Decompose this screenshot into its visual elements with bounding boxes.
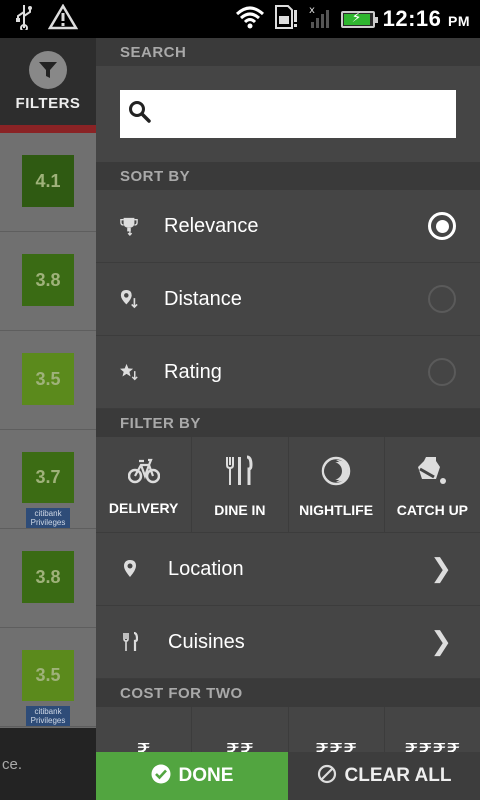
filter-cuisines-row[interactable]: Cuisines ❯ xyxy=(96,606,480,679)
snackbar-fragment: ce. xyxy=(0,728,96,800)
filter-location-row[interactable]: Location ❯ xyxy=(96,533,480,606)
cost-option-1[interactable]: ₹ xyxy=(96,707,193,752)
usb-icon xyxy=(14,4,34,34)
filters-label: FILTERS xyxy=(15,95,81,112)
rating-badge: 3.8 xyxy=(22,254,74,306)
sort-header: SORT BY xyxy=(96,162,480,190)
location-label: Location xyxy=(168,557,244,580)
cuisines-label: Cuisines xyxy=(168,630,245,653)
chevron-right-icon: ❯ xyxy=(430,627,452,657)
filter-funnel-icon xyxy=(29,51,67,89)
radio-relevance-selected[interactable] xyxy=(428,212,456,240)
trophy-icon xyxy=(120,215,138,237)
restaurant-row: 3.8 xyxy=(0,232,96,331)
filter-dine-in[interactable]: DINE IN xyxy=(192,437,289,532)
sort-label-relevance: Relevance xyxy=(164,214,259,237)
clock: 12:16 PM xyxy=(382,6,470,31)
rating-list: 4.1 3.8 3.5 3.7 citibank Privileges 3.8 3.5 citi… xyxy=(0,133,96,727)
cost-option-4[interactable]: ₹₹₹₹ xyxy=(385,707,480,752)
sd-card-icon xyxy=(273,4,299,34)
restaurant-row: 3.7 citibank Privileges xyxy=(0,430,96,529)
filter-nightlife[interactable]: NIGHTLIFE xyxy=(289,437,385,532)
sort-label-distance: Distance xyxy=(164,287,242,310)
clear-all-label: CLEAR ALL xyxy=(344,765,452,786)
filter-catch-up[interactable]: CATCH UP xyxy=(385,437,480,532)
rating-badge: 3.8 xyxy=(22,551,74,603)
clear-all-button[interactable]: CLEAR ALL xyxy=(288,752,480,800)
signal-icon: x xyxy=(307,4,333,34)
citibank-privileges-badge: citibank Privileges xyxy=(26,706,70,726)
svg-text:x: x xyxy=(309,5,315,16)
location-pin-icon xyxy=(120,559,140,579)
warning-icon xyxy=(47,3,79,34)
chevron-right-icon: ❯ xyxy=(430,554,452,584)
rating-badge: 3.7 xyxy=(22,452,74,504)
cutlery-small-icon xyxy=(120,632,140,652)
sort-option-distance[interactable]: Distance xyxy=(96,263,480,336)
clear-circle-icon xyxy=(317,764,337,789)
rating-badge: 3.5 xyxy=(22,353,74,405)
restaurant-row: 3.8 xyxy=(0,529,96,628)
restaurant-row: 3.5 citibank Privileges xyxy=(0,628,96,727)
radio-distance[interactable] xyxy=(428,285,456,313)
restaurant-row: 3.5 xyxy=(0,331,96,430)
done-label: DONE xyxy=(178,765,234,786)
done-button[interactable]: DONE xyxy=(96,752,288,800)
search-area xyxy=(96,66,480,162)
cost-options: ₹ ₹₹ ₹₹₹ ₹₹₹₹ xyxy=(96,707,480,752)
search-input[interactable] xyxy=(160,94,456,134)
moon-icon xyxy=(320,455,352,492)
check-circle-icon xyxy=(151,764,171,789)
cost-option-3[interactable]: ₹₹₹ xyxy=(289,707,385,752)
sort-option-rating[interactable]: Rating xyxy=(96,336,480,409)
filter-delivery[interactable]: DELIVERY xyxy=(96,437,193,532)
star-sort-icon xyxy=(120,361,138,383)
battery-charging-icon: ⚡ xyxy=(340,9,378,28)
filter-header: FILTER BY xyxy=(96,409,480,437)
cost-header: COST FOR TWO xyxy=(96,679,480,707)
background-restaurant-list: FILTERS 4.1 3.8 3.5 3.7 citibank Privileges 3.… xyxy=(0,38,96,800)
filter-panel: SEARCH SORT BY Relevance Distance Rating… xyxy=(96,38,480,752)
filter-label-dine-in: DINE IN xyxy=(214,502,266,518)
search-header: SEARCH xyxy=(96,38,480,66)
citibank-privileges-badge: citibank Privileges xyxy=(26,508,70,528)
cup-icon xyxy=(416,455,448,492)
cutlery-icon xyxy=(224,455,256,492)
sort-label-rating: Rating xyxy=(164,360,222,383)
restaurant-row: 4.1 xyxy=(0,133,96,232)
location-sort-icon xyxy=(120,288,138,310)
rating-badge: 3.5 xyxy=(22,650,74,702)
rating-badge: 4.1 xyxy=(22,155,74,207)
sort-option-relevance[interactable]: Relevance xyxy=(96,190,480,263)
filter-label-delivery: DELIVERY xyxy=(108,500,179,516)
cost-option-2[interactable]: ₹₹ xyxy=(192,707,289,752)
search-box[interactable] xyxy=(120,90,456,138)
filters-button[interactable]: FILTERS xyxy=(0,38,96,125)
accent-divider xyxy=(0,125,96,133)
filter-label-nightlife: NIGHTLIFE xyxy=(299,502,374,518)
wifi-icon xyxy=(235,5,265,33)
filter-type-grid: DELIVERY DINE IN NIGHTLIFE CATCH UP xyxy=(96,437,480,533)
filter-label-catch-up: CATCH UP xyxy=(396,502,469,518)
search-icon xyxy=(128,100,152,129)
status-bar: x ⚡ 12:16 PM xyxy=(0,0,480,38)
radio-rating[interactable] xyxy=(428,358,456,386)
bicycle-icon xyxy=(127,455,160,490)
